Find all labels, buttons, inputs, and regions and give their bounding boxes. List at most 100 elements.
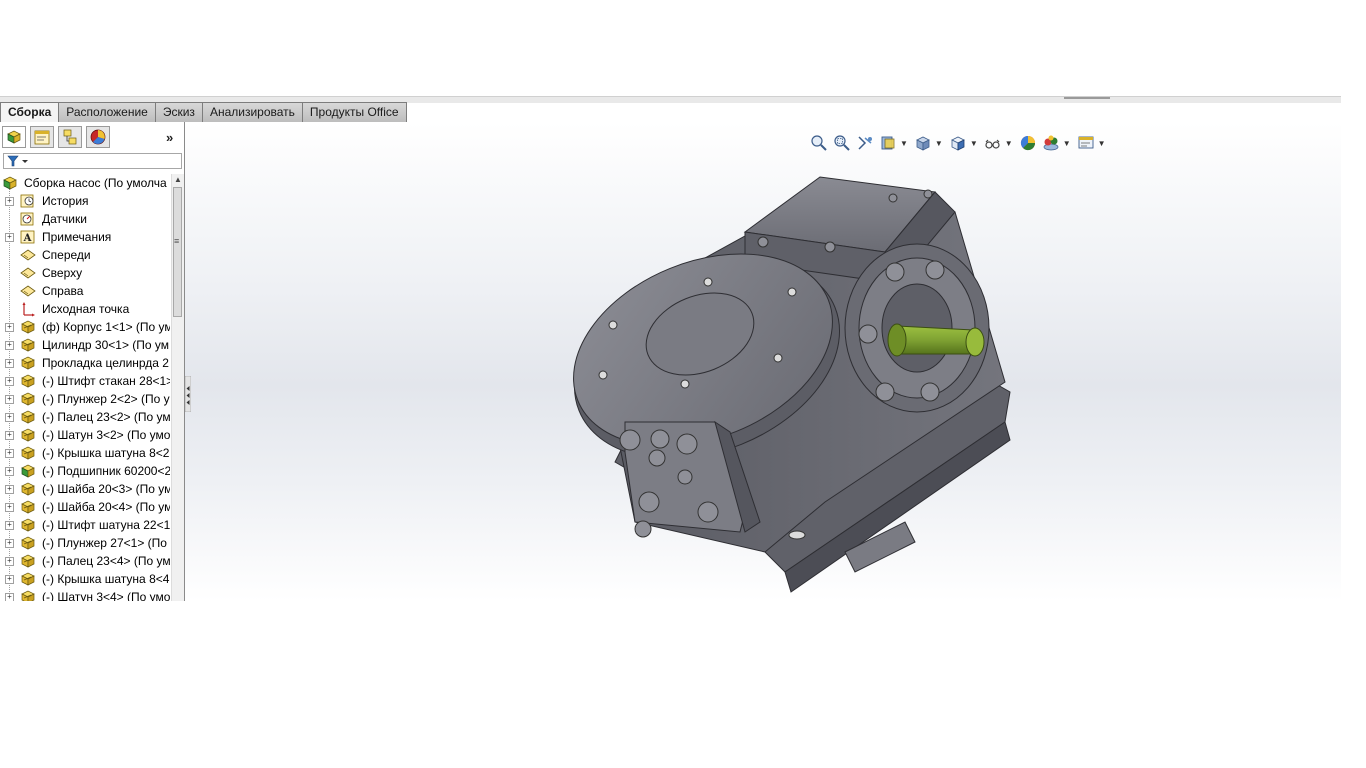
tree-item-label: (-) Шатун 3<2> (По умо [42, 428, 170, 442]
part-icon [19, 391, 37, 407]
previous-view-icon[interactable] [856, 134, 874, 152]
configuration-manager-icon [63, 129, 77, 145]
manager-tab-0[interactable] [2, 126, 26, 148]
tree-item[interactable]: Спереди [0, 246, 170, 264]
dropdown-caret-icon[interactable]: ▼ [1098, 139, 1106, 148]
expand-toggle-icon[interactable]: + [5, 377, 14, 386]
part-icon [19, 517, 37, 533]
tree-item-label: (-) Шайба 20<4> (По ум [42, 500, 170, 514]
strip-nub [1064, 97, 1110, 99]
expand-toggle-icon[interactable]: + [5, 485, 14, 494]
section-view-icon[interactable] [879, 134, 897, 152]
part-icon [19, 589, 37, 601]
tab-2[interactable]: Эскиз [155, 102, 203, 123]
zoom-to-area-icon[interactable] [833, 134, 851, 152]
tree-item[interactable]: + Прокладка целинрда 2 [0, 354, 170, 372]
expand-toggle-icon[interactable]: + [5, 323, 14, 332]
annotation-icon: A [19, 229, 37, 245]
more-tabs-button[interactable]: » [166, 130, 173, 145]
expand-toggle-icon[interactable]: + [5, 431, 14, 440]
tree-item[interactable]: + (-) Шайба 20<4> (По ум [0, 498, 170, 516]
tree-item-label: Сборка насос (По умолча [24, 176, 167, 190]
tree-item[interactable]: + Цилиндр 30<1> (По ум [0, 336, 170, 354]
expand-toggle-icon[interactable]: + [5, 413, 14, 422]
tree-item[interactable]: + (-) Штифт стакан 28<1> [0, 372, 170, 390]
tree-item-label: (-) Палец 23<2> (По ум [42, 410, 170, 424]
manager-tab-3[interactable] [86, 126, 110, 148]
expand-toggle-icon[interactable]: + [5, 503, 14, 512]
expand-toggle-icon[interactable]: + [5, 359, 14, 368]
tree-item[interactable]: + (-) Шатун 3<2> (По умо [0, 426, 170, 444]
tree-item[interactable]: + A Примечания [0, 228, 170, 246]
expand-toggle-icon[interactable]: + [5, 449, 14, 458]
tree-item[interactable]: Датчики [0, 210, 170, 228]
expand-toggle-icon[interactable]: + [5, 557, 14, 566]
scroll-thumb[interactable] [173, 187, 182, 317]
history-icon [19, 193, 37, 209]
part-icon [19, 535, 37, 551]
tree-item[interactable]: Исходная точка [0, 300, 170, 318]
tree-item[interactable]: + (-) Шайба 20<3> (По ум [0, 480, 170, 498]
tree-item[interactable]: + (-) Плунжер 2<2> (По у [0, 390, 170, 408]
expand-toggle-icon[interactable]: + [5, 521, 14, 530]
view-settings-icon[interactable] [1077, 134, 1095, 152]
zoom-to-fit-icon[interactable] [810, 134, 828, 152]
expand-toggle-icon[interactable]: + [5, 233, 14, 242]
tree-item[interactable]: + (-) Крышка шатуна 8<4 [0, 570, 170, 588]
tree-item[interactable]: + (-) Шатун 3<4> (По умо [0, 588, 170, 601]
dropdown-caret-icon[interactable]: ▼ [970, 139, 978, 148]
pump-assembly-model[interactable] [185, 122, 1341, 601]
part-icon [19, 571, 37, 587]
dropdown-caret-icon[interactable]: ▼ [900, 139, 908, 148]
view-orientation-icon[interactable] [914, 134, 932, 152]
tree-root-item[interactable]: Сборка насос (По умолча [0, 174, 170, 192]
tree-item[interactable]: + (-) Плунжер 27<1> (По [0, 534, 170, 552]
tab-3[interactable]: Анализировать [202, 102, 303, 123]
manager-tab-2[interactable] [58, 126, 82, 148]
tree-item-label: (-) Крышка шатуна 8<4 [42, 572, 170, 586]
tab-0[interactable]: Сборка [0, 102, 60, 123]
expand-toggle-icon[interactable]: + [5, 539, 14, 548]
expand-toggle-icon[interactable]: + [5, 197, 14, 206]
expand-toggle-icon[interactable]: + [5, 341, 14, 350]
hide-show-items-icon[interactable] [984, 134, 1002, 152]
manager-tab-1[interactable] [30, 126, 54, 148]
part-icon [19, 355, 37, 371]
dropdown-caret-icon[interactable]: ▼ [1005, 139, 1013, 148]
dropdown-caret-icon[interactable]: ▼ [1063, 139, 1071, 148]
tree-item[interactable]: Справа [0, 282, 170, 300]
tree-item[interactable]: Сверху [0, 264, 170, 282]
expand-toggle-icon[interactable]: + [5, 593, 14, 601]
tree-item[interactable]: + История [0, 192, 170, 210]
tree-item[interactable]: + (ф) Корпус 1<1> (По ум [0, 318, 170, 336]
edit-appearance-icon[interactable] [1019, 134, 1037, 152]
display-style-icon[interactable] [949, 134, 967, 152]
tree-item[interactable]: + (-) Палец 23<4> (По ум [0, 552, 170, 570]
manager-tabs [2, 126, 114, 148]
tree-item-label: Цилиндр 30<1> (По ум [42, 338, 170, 352]
tree-scrollbar[interactable]: ▲ ≡ [171, 174, 184, 601]
part-icon [19, 553, 37, 569]
tree-item[interactable]: + (-) Штифт шатуна 22<1 [0, 516, 170, 534]
expand-toggle-icon[interactable]: + [5, 575, 14, 584]
apply-scene-icon[interactable] [1042, 134, 1060, 152]
command-manager-tabs: Сборка Расположение Эскиз Анализировать Прод… [0, 102, 407, 123]
part-green-icon [19, 463, 37, 479]
feature-manager-icon [7, 130, 21, 144]
expand-toggle-icon[interactable]: + [5, 395, 14, 404]
tab-1[interactable]: Расположение [59, 102, 156, 123]
dropdown-caret-icon[interactable]: ▼ [935, 139, 943, 148]
tree-item[interactable]: + (-) Подшипник 60200<2 [0, 462, 170, 480]
graphics-area[interactable]: ▼ ▼ ▼ ▼ ▼ ▼ [185, 122, 1341, 601]
tree-item-label: (ф) Корпус 1<1> (По ум [42, 320, 170, 334]
scroll-up-arrow-icon[interactable]: ▲ [174, 175, 182, 184]
tree-item[interactable]: + (-) Палец 23<2> (По ум [0, 408, 170, 426]
tree-item[interactable]: + (-) Крышка шатуна 8<2 [0, 444, 170, 462]
feature-filter[interactable] [3, 153, 182, 169]
tab-4[interactable]: Продукты Office [302, 102, 407, 123]
tree-item-label: (-) Шатун 3<4> (По умо [42, 590, 170, 601]
panel-collapse-handle[interactable] [185, 376, 191, 412]
tree-item-label: Примечания [42, 230, 112, 244]
expand-toggle-icon[interactable]: + [5, 467, 14, 476]
tree-item-label: Прокладка целинрда 2 [42, 356, 169, 370]
